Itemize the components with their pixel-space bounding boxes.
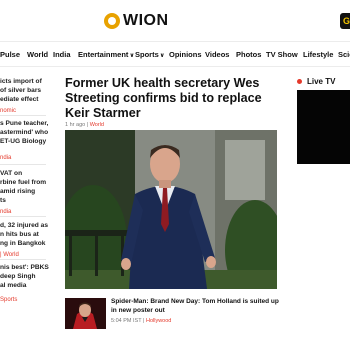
nav-item-science[interactable]: Scie [338,50,350,59]
sidebar-story-5[interactable]: nis best': PBKS deep Singh al media Spor… [0,263,52,303]
secondary-story-photo [65,298,106,329]
main-story-image[interactable] [65,130,277,289]
secondary-story-title[interactable]: Spider-Man: Brand New Day: Tom Holland i… [111,298,281,315]
sidebar-story-category[interactable]: Sports [0,297,52,303]
main-story-time: 1 hr ago [65,122,86,128]
nav-item-sports[interactable]: Sports∨ [135,50,165,59]
wion-logo-icon [104,13,120,29]
secondary-story-category[interactable]: Hollywood [146,318,171,324]
main-story-meta: 1 hr ago | World [65,122,104,128]
nav-item-videos[interactable]: Videos [205,50,229,59]
sidebar-divider [0,115,46,116]
sidebar-story-4[interactable]: d, 32 injured as n hits bus at ng in Ban… [0,221,52,258]
sidebar-story-2[interactable]: s Pune teacher, astermind' who ET-UG Bio… [0,119,52,161]
sidebar-story-category[interactable]: | World [0,252,52,258]
main-story-photo [65,130,277,289]
nav-item-lifestyle[interactable]: Lifestyle [303,50,333,59]
nav-item-entertainment[interactable]: Entertainment∨ [78,50,134,59]
nav-item-pulse[interactable]: Pulse [0,50,20,59]
live-tv-label: Live TV [307,77,336,86]
sidebar-story-3[interactable]: VAT on rbine fuel from amid rising ts nd… [0,169,52,215]
logo-text: WION [123,12,169,29]
nav-item-photos[interactable]: Photos [236,50,261,59]
nav-item-opinions[interactable]: Opinions [169,50,202,59]
live-tv-player[interactable] [297,90,350,164]
app-tile-icon[interactable]: G [340,13,350,29]
nav-item-tv-show[interactable]: TV Show [266,50,298,59]
wion-logo[interactable]: WION [104,10,169,32]
nav-item-india[interactable]: India [53,50,71,59]
secondary-story-thumbnail[interactable] [65,298,106,329]
chevron-down-icon: ∨ [129,53,135,59]
sidebar-divider [0,259,46,260]
sidebar-story-1[interactable]: icts import of of silver bars ediate eff… [0,77,52,114]
sidebar-divider [0,164,46,165]
main-nav: Pulse World India Entertainment∨ Sports∨… [0,41,350,67]
secondary-story-time: 5:04 PM IST [111,318,142,324]
live-tv-header: Live TV [297,77,335,86]
meta-separator: | [86,122,89,128]
sidebar-story-category[interactable]: ndia [0,155,52,161]
live-indicator-icon [297,79,302,84]
sidebar-story-category[interactable]: nomic [0,108,52,114]
nav-item-world[interactable]: World [27,50,48,59]
main-story-category[interactable]: World [90,122,104,128]
sidebar-divider [0,216,46,217]
chevron-down-icon: ∨ [159,53,165,59]
app-tile-letter: G [343,16,350,26]
sidebar-story-category[interactable]: ndia [0,209,52,215]
meta-separator: | [143,318,145,324]
main-story-headline[interactable]: Former UK health secretary Wes Streeting… [65,76,285,121]
secondary-story-meta: 5:04 PM IST | Hollywood [111,318,171,324]
